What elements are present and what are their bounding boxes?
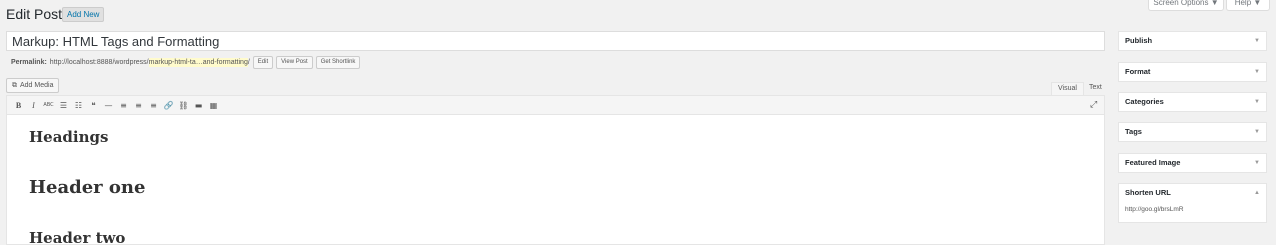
chevron-down-icon: ▼ [1254, 160, 1260, 166]
fullscreen-icon[interactable]: ⤢ [1090, 99, 1097, 110]
tab-text[interactable]: Text [1083, 82, 1108, 94]
chevron-down-icon: ▼ [1254, 99, 1260, 105]
bullet-list-icon[interactable]: ☰ [56, 98, 71, 112]
shorten-url-label: Shorten URL [1125, 188, 1171, 197]
help-button[interactable]: Help ▼ [1226, 0, 1270, 11]
strikethrough-icon[interactable]: ABC [41, 98, 56, 112]
heading-header-one: Header one [29, 177, 146, 198]
categories-label: Categories [1125, 97, 1164, 106]
permalink-slug[interactable]: markup-html-ta…and-formatting [148, 58, 248, 67]
screen-options-button[interactable]: Screen Options ▼ [1148, 0, 1224, 11]
shorten-url-value[interactable]: http://goo.gl/brsLmR [1118, 202, 1267, 223]
permalink-label: Permalink: [11, 59, 47, 66]
tags-box[interactable]: Tags ▼ [1118, 122, 1267, 142]
add-new-button[interactable]: Add New [62, 7, 105, 22]
format-label: Format [1125, 67, 1151, 76]
blockquote-icon[interactable]: ❝ [86, 98, 101, 112]
align-right-icon[interactable]: ≡ [146, 98, 161, 112]
align-left-icon[interactable]: ≡ [116, 98, 131, 112]
featured-image-box[interactable]: Featured Image ▼ [1118, 153, 1267, 173]
editor-toolbar: B I ABC ☰ ☷ ❝ — ≡ ≡ ≡ 🔗 ⛓ ▬ ▦ [6, 95, 1105, 115]
chevron-down-icon: ▼ [1254, 69, 1260, 75]
read-more-icon[interactable]: ▬ [191, 98, 206, 112]
chevron-down-icon: ▼ [1254, 129, 1260, 135]
heading-header-two: Header two [29, 229, 126, 245]
bold-icon[interactable]: B [11, 98, 26, 112]
permalink-edit-button[interactable]: Edit [252, 56, 274, 69]
italic-icon[interactable]: I [26, 98, 41, 112]
align-center-icon[interactable]: ≡ [131, 98, 146, 112]
chevron-down-icon: ▼ [1254, 38, 1260, 44]
editor-content[interactable]: Headings Header one Header two [6, 115, 1105, 245]
page-title: Edit Post [6, 6, 63, 22]
link-icon[interactable]: 🔗 [161, 98, 176, 112]
categories-box[interactable]: Categories ▼ [1118, 92, 1267, 112]
heading-headings: Headings [29, 128, 109, 146]
post-title-input[interactable]: Markup: HTML Tags and Formatting [6, 31, 1105, 51]
unlink-icon[interactable]: ⛓ [176, 98, 191, 112]
featured-image-label: Featured Image [1125, 158, 1181, 167]
get-shortlink-button[interactable]: Get Shortlink [315, 56, 361, 69]
publish-box[interactable]: Publish ▼ [1118, 31, 1267, 51]
view-post-button[interactable]: View Post [276, 56, 313, 69]
permalink-base[interactable]: http://localhost:8888/wordpress/ [50, 58, 149, 67]
horizontal-line-icon[interactable]: — [101, 98, 116, 112]
format-box[interactable]: Format ▼ [1118, 62, 1267, 82]
media-icon: ⧉ [12, 82, 17, 89]
numbered-list-icon[interactable]: ☷ [71, 98, 86, 112]
permalink-row: Permalink: http://localhost:8888/wordpre… [11, 56, 361, 69]
permalink-end: / [247, 59, 250, 66]
publish-label: Publish [1125, 36, 1153, 45]
toolbar-toggle-icon[interactable]: ▦ [206, 98, 221, 112]
tags-label: Tags [1125, 127, 1142, 136]
tab-visual[interactable]: Visual [1051, 82, 1084, 95]
shorten-url-box[interactable]: Shorten URL ▲ [1118, 183, 1267, 203]
add-media-label: Add Media [20, 82, 54, 89]
chevron-up-icon: ▲ [1254, 190, 1260, 196]
add-media-button[interactable]: ⧉ Add Media [6, 78, 60, 93]
